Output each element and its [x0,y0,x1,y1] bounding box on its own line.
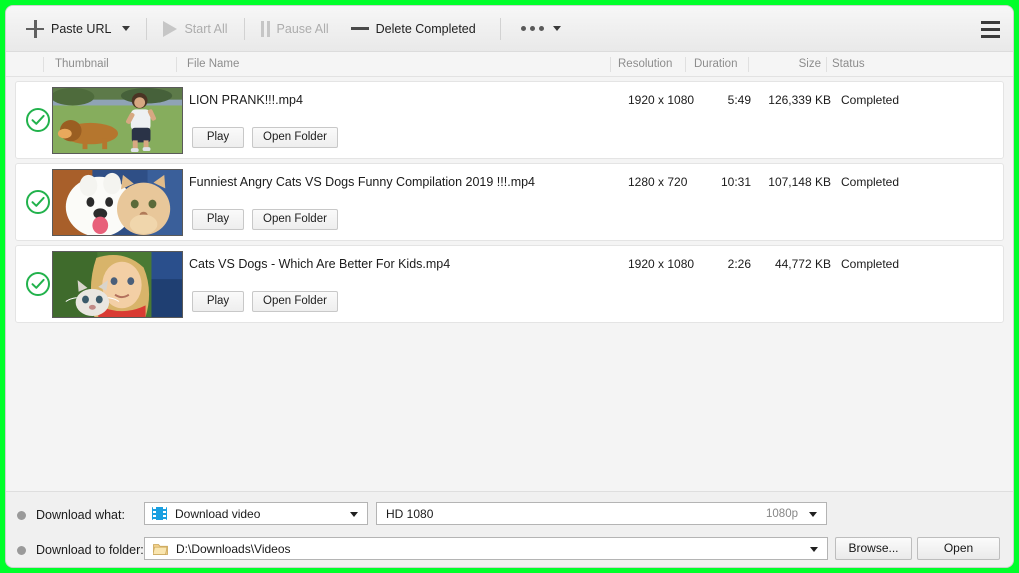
more-chevron-down-icon[interactable] [552,26,561,31]
status-text: Completed [841,175,900,189]
check-circle-icon [25,271,51,297]
quality-value: HD 1080 [386,506,434,521]
toolbar-divider-2 [243,17,245,40]
open-folder-button[interactable]: Open Folder [252,209,338,230]
open-folder-button[interactable]: Open Folder [252,291,338,312]
resolution-text: 1920 x 1080 [628,93,695,107]
column-divider-0[interactable] [43,57,44,72]
toolbar-divider-3 [499,17,501,40]
delete-completed-button[interactable]: Delete Completed [345,14,482,44]
column-divider-4[interactable] [748,57,749,72]
paste-url-button[interactable]: Paste URL [20,14,136,44]
size-text: 107,148 KB [768,175,831,189]
start-all-label: Start All [184,21,228,36]
application-window: Paste URL Start All Pause All Delete Com… [6,6,1013,567]
duration-text: 10:31 [720,175,751,189]
column-divider-3[interactable] [685,57,686,72]
column-divider-5[interactable] [826,57,827,72]
duration-text: 2:26 [727,257,751,271]
chevron-down-icon[interactable] [350,511,358,517]
hamburger-menu-button[interactable] [975,14,1005,44]
start-all-button[interactable]: Start All [157,14,233,44]
column-divider-2[interactable] [610,57,611,72]
download-what-select[interactable]: Download video [144,502,368,525]
video-thumbnail[interactable] [52,251,183,318]
download-what-bullet-icon [17,510,26,520]
toolbar-divider-1 [146,17,148,40]
check-circle-icon [25,107,51,133]
paste-url-label: Paste URL [51,21,112,36]
column-header-thumbnail[interactable]: Thumbnail [55,52,109,77]
status-text: Completed [841,257,900,271]
duration-text: 5:49 [727,93,751,107]
quality-select[interactable]: HD 1080 1080p [376,502,827,525]
download-folder-bullet-icon [17,545,26,555]
column-divider-1[interactable] [176,57,177,72]
download-folder-select[interactable]: D:\Downloads\Videos [144,537,828,560]
video-thumbnail[interactable] [52,87,183,154]
download-what-value: Download video [175,506,261,521]
bottom-settings-panel: Download what: Download video HD 1080 10… [6,491,1013,567]
play-button[interactable]: Play [192,291,244,312]
table-row[interactable]: Cats VS Dogs - Which Are Better For Kids… [15,245,1004,323]
resolution-text: 1280 x 720 [628,175,688,189]
column-header-status[interactable]: Status [832,52,865,77]
file-name-text: Cats VS Dogs - Which Are Better For Kids… [189,257,451,271]
minus-icon [350,27,369,30]
more-options-icon [520,26,544,31]
delete-completed-label: Delete Completed [375,21,476,36]
pause-all-button[interactable]: Pause All [255,14,335,44]
play-button[interactable]: Play [192,209,244,230]
table-row[interactable]: Funniest Angry Cats VS Dogs Funny Compil… [15,163,1004,241]
play-icon [163,20,178,37]
folder-icon [153,542,168,555]
list-column-header: Thumbnail File Name Resolution Duration … [6,52,1013,77]
quality-suffix: 1080p [766,507,798,520]
column-header-duration[interactable]: Duration [694,52,737,77]
film-strip-icon [152,507,167,520]
column-header-resolution[interactable]: Resolution [618,52,672,77]
play-button[interactable]: Play [192,127,244,148]
download-what-row: Download what: Download video HD 1080 10… [6,502,1013,528]
file-name-text: LION PRANK!!!.mp4 [189,93,303,107]
more-options-button[interactable] [515,14,567,44]
download-list[interactable]: LION PRANK!!!.mp4 Play Open Folder 1920 … [6,77,1013,491]
table-row[interactable]: LION PRANK!!!.mp4 Play Open Folder 1920 … [15,81,1004,159]
main-toolbar: Paste URL Start All Pause All Delete Com… [6,6,1013,52]
column-header-size[interactable]: Size [751,52,821,77]
download-folder-row: Download to folder: D:\Downloads\Videos … [6,537,1013,563]
column-header-filename[interactable]: File Name [187,52,239,77]
size-text: 44,772 KB [774,257,831,271]
download-folder-value: D:\Downloads\Videos [176,541,291,556]
browse-button[interactable]: Browse... [835,537,912,560]
check-circle-icon [25,189,51,215]
size-text: 126,339 KB [768,93,831,107]
plus-icon [26,19,44,38]
file-name-text: Funniest Angry Cats VS Dogs Funny Compil… [189,175,536,189]
download-what-label: Download what: [36,508,125,522]
chevron-down-icon[interactable] [810,546,818,552]
open-folder-button[interactable]: Open Folder [252,127,338,148]
download-folder-label: Download to folder: [36,543,144,557]
chevron-down-icon[interactable] [122,26,131,31]
pause-icon [260,20,270,37]
resolution-text: 1920 x 1080 [628,257,695,271]
chevron-down-icon[interactable] [809,511,817,517]
video-thumbnail[interactable] [52,169,183,236]
open-button[interactable]: Open [917,537,1000,560]
status-text: Completed [841,93,900,107]
pause-all-label: Pause All [276,21,329,36]
